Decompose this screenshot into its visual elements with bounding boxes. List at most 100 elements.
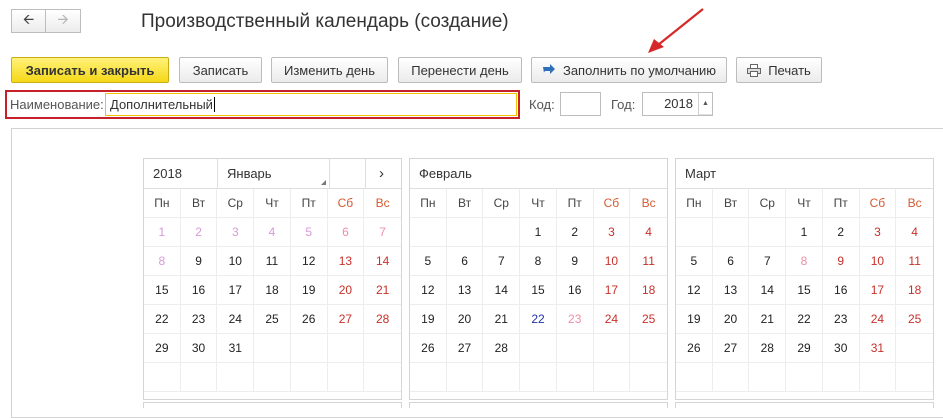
day-cell[interactable] (217, 363, 255, 392)
day-cell[interactable]: 19 (410, 305, 447, 334)
day-cell[interactable]: 27 (712, 334, 750, 363)
day-cell[interactable] (410, 363, 447, 392)
day-cell[interactable]: 4 (896, 218, 933, 247)
day-cell[interactable]: 8 (520, 247, 557, 276)
day-cell[interactable]: 28 (749, 334, 787, 363)
name-input[interactable]: Дополнительный (105, 93, 517, 116)
month-selector[interactable]: Январь (218, 159, 330, 188)
day-cell[interactable] (676, 363, 713, 392)
day-cell[interactable]: 23 (180, 305, 218, 334)
day-cell[interactable]: 17 (593, 276, 631, 305)
day-cell[interactable]: 23 (556, 305, 594, 334)
day-cell[interactable] (180, 363, 218, 392)
day-cell[interactable]: 19 (290, 276, 328, 305)
day-cell[interactable]: 9 (822, 247, 860, 276)
day-cell[interactable] (290, 363, 328, 392)
day-cell[interactable]: 30 (180, 334, 218, 363)
day-cell[interactable] (520, 334, 557, 363)
day-cell[interactable]: 27 (327, 305, 365, 334)
spin-down-icon[interactable]: ▼ (699, 114, 712, 115)
day-cell[interactable]: 11 (254, 247, 291, 276)
day-cell[interactable] (786, 363, 823, 392)
code-input[interactable] (560, 92, 601, 116)
day-cell[interactable]: 13 (712, 276, 750, 305)
back-button[interactable]: 🡨 (11, 9, 46, 33)
day-cell[interactable] (290, 334, 328, 363)
print-button[interactable]: Печать (736, 57, 822, 83)
day-cell[interactable]: 31 (859, 334, 897, 363)
day-cell[interactable]: 23 (822, 305, 860, 334)
day-cell[interactable]: 15 (520, 276, 557, 305)
day-cell[interactable]: 24 (593, 305, 631, 334)
day-cell[interactable] (896, 334, 933, 363)
day-cell[interactable] (896, 363, 933, 392)
day-cell[interactable]: 1 (520, 218, 557, 247)
day-cell[interactable]: 7 (749, 247, 787, 276)
day-cell[interactable]: 11 (896, 247, 933, 276)
day-cell[interactable]: 9 (180, 247, 218, 276)
day-cell[interactable]: 31 (217, 334, 255, 363)
save-button[interactable]: Записать (179, 57, 262, 83)
day-cell[interactable]: 3 (593, 218, 631, 247)
day-cell[interactable] (254, 363, 291, 392)
day-cell[interactable]: 20 (446, 305, 484, 334)
day-cell[interactable]: 20 (712, 305, 750, 334)
day-cell[interactable]: 8 (786, 247, 823, 276)
day-cell[interactable]: 24 (859, 305, 897, 334)
next-month-button[interactable]: › (366, 159, 401, 188)
day-cell[interactable]: 8 (144, 247, 181, 276)
day-cell[interactable] (749, 218, 787, 247)
day-cell[interactable] (410, 218, 447, 247)
day-cell[interactable]: 7 (483, 247, 521, 276)
day-cell[interactable]: 6 (327, 218, 365, 247)
day-cell[interactable] (327, 334, 365, 363)
day-cell[interactable]: 16 (822, 276, 860, 305)
day-cell[interactable]: 26 (290, 305, 328, 334)
day-cell[interactable]: 11 (630, 247, 667, 276)
day-cell[interactable]: 26 (676, 334, 713, 363)
day-cell[interactable]: 5 (676, 247, 713, 276)
year-input[interactable]: 2018 ▲ ▼ (642, 92, 713, 116)
day-cell[interactable]: 30 (822, 334, 860, 363)
day-cell[interactable] (593, 334, 631, 363)
day-cell[interactable]: 4 (254, 218, 291, 247)
day-cell[interactable]: 4 (630, 218, 667, 247)
day-cell[interactable]: 6 (446, 247, 484, 276)
day-cell[interactable] (483, 363, 521, 392)
day-cell[interactable]: 28 (483, 334, 521, 363)
save-and-close-button[interactable]: Записать и закрыть (11, 57, 169, 83)
day-cell[interactable]: 21 (364, 276, 401, 305)
day-cell[interactable]: 9 (556, 247, 594, 276)
day-cell[interactable]: 12 (676, 276, 713, 305)
day-cell[interactable]: 3 (859, 218, 897, 247)
day-cell[interactable] (630, 363, 667, 392)
day-cell[interactable] (712, 218, 750, 247)
day-cell[interactable]: 29 (786, 334, 823, 363)
day-cell[interactable]: 6 (712, 247, 750, 276)
day-cell[interactable]: 22 (786, 305, 823, 334)
day-cell[interactable]: 10 (859, 247, 897, 276)
day-cell[interactable]: 25 (896, 305, 933, 334)
day-cell[interactable]: 26 (410, 334, 447, 363)
day-cell[interactable]: 22 (144, 305, 181, 334)
day-cell[interactable]: 1 (786, 218, 823, 247)
day-cell[interactable]: 12 (290, 247, 328, 276)
day-cell[interactable] (520, 363, 557, 392)
day-cell[interactable]: 2 (556, 218, 594, 247)
day-cell[interactable] (822, 363, 860, 392)
day-cell[interactable]: 10 (593, 247, 631, 276)
day-cell[interactable]: 22 (520, 305, 557, 334)
day-cell[interactable] (593, 363, 631, 392)
change-day-button[interactable]: Изменить день (271, 57, 388, 83)
year-spinner[interactable]: ▲ ▼ (698, 93, 712, 115)
day-cell[interactable] (446, 218, 484, 247)
day-cell[interactable] (556, 334, 594, 363)
day-cell[interactable]: 24 (217, 305, 255, 334)
day-cell[interactable]: 16 (556, 276, 594, 305)
day-cell[interactable]: 27 (446, 334, 484, 363)
day-cell[interactable]: 18 (254, 276, 291, 305)
day-cell[interactable]: 21 (749, 305, 787, 334)
day-cell[interactable]: 21 (483, 305, 521, 334)
day-cell[interactable]: 3 (217, 218, 255, 247)
day-cell[interactable] (364, 334, 401, 363)
